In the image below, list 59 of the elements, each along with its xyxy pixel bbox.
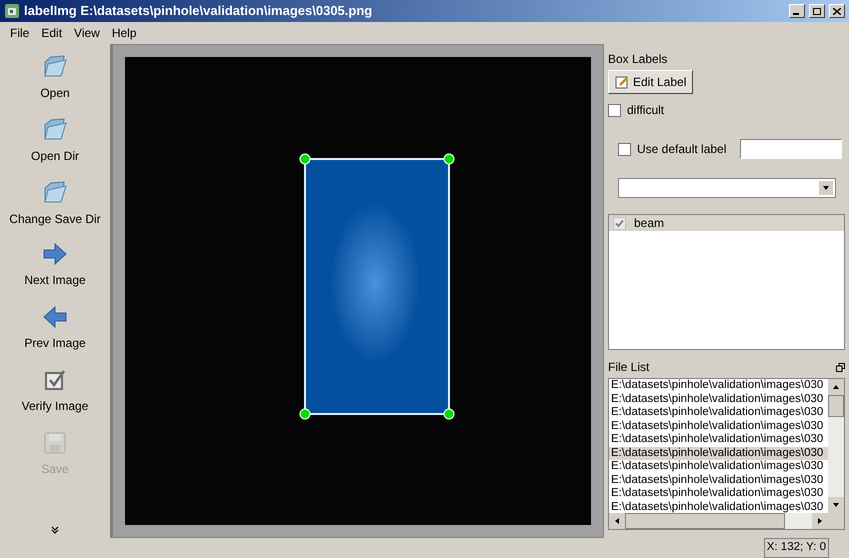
image-canvas[interactable] <box>125 57 591 525</box>
panel-title: File List <box>608 359 650 376</box>
toolbar-button[interactable]: Open Dir <box>30 117 80 180</box>
window-title: labelImg E:\datasets\pinhole\validation\images\0305.png <box>24 2 372 20</box>
right-arrow-icon <box>42 243 68 265</box>
folder-icon <box>42 117 68 141</box>
label-dropdown[interactable] <box>618 178 836 198</box>
menu-item[interactable]: Help <box>106 22 143 44</box>
checkbox-icon <box>44 369 66 391</box>
toolbar-button[interactable]: Change Save Dir <box>9 180 101 243</box>
scroll-thumb[interactable] <box>625 513 785 529</box>
close-icon <box>833 8 841 14</box>
menu-item[interactable]: Edit <box>35 22 68 44</box>
vertical-scrollbar[interactable] <box>828 379 844 513</box>
checkbox[interactable] <box>608 104 621 116</box>
file-list-item[interactable]: E:\datasets\pinhole\validation\images\030 <box>609 446 828 460</box>
scroll-thumb[interactable] <box>828 395 844 417</box>
file-list-item[interactable]: E:\datasets\pinhole\validation\images\030 <box>609 487 828 500</box>
panel-title: Box Labels <box>608 51 668 68</box>
minimize-button[interactable] <box>789 4 805 18</box>
app-icon <box>4 3 20 19</box>
file-list-item[interactable]: E:\datasets\pinhole\validation\images\030 <box>609 433 828 446</box>
left-arrow-icon <box>42 306 68 328</box>
toolbar-button[interactable]: Prev Image <box>24 306 86 369</box>
file-list-item[interactable]: E:\datasets\pinhole\validation\images\030 <box>609 460 828 474</box>
undock-icon[interactable] <box>836 362 845 372</box>
folder-icon <box>42 180 68 204</box>
file-list-item[interactable]: E:\datasets\pinhole\validation\images\030 <box>609 379 828 392</box>
label-item[interactable]: beam <box>609 215 844 231</box>
toolbar-button[interactable]: Next Image <box>24 243 86 306</box>
cursor-position: X: 132; Y: 0 <box>764 538 829 558</box>
folder-icon <box>42 54 68 78</box>
chevron-down-icon[interactable] <box>51 526 59 534</box>
edit-icon <box>615 75 629 89</box>
checkbox-label: difficult <box>627 102 664 119</box>
file-list-item[interactable]: E:\datasets\pinhole\validation\images\030 <box>609 420 828 433</box>
scroll-right-button[interactable] <box>812 513 828 529</box>
close-button[interactable] <box>829 4 845 18</box>
toolbar-button[interactable]: Open <box>40 54 70 117</box>
scroll-down-button[interactable] <box>828 497 844 513</box>
default-label-field[interactable] <box>740 139 842 159</box>
menu-item[interactable]: File <box>4 22 36 44</box>
maximize-icon <box>813 8 821 14</box>
maximize-button[interactable] <box>809 4 825 18</box>
checkbox[interactable] <box>613 216 626 230</box>
check-icon <box>615 218 624 228</box>
scroll-left-button[interactable] <box>609 513 625 529</box>
horizontal-scrollbar[interactable] <box>609 513 844 529</box>
file-list-item[interactable]: E:\datasets\pinhole\validation\images\030 <box>609 474 828 487</box>
bounding-box[interactable] <box>299 153 455 420</box>
checkbox[interactable] <box>618 142 631 156</box>
scroll-up-button[interactable] <box>828 379 844 395</box>
file-list-item[interactable]: E:\datasets\pinhole\validation\images\030 <box>609 500 828 513</box>
toolbar-button[interactable]: Verify Image <box>22 369 88 432</box>
file-list-item[interactable]: E:\datasets\pinhole\validation\images\030 <box>609 392 828 406</box>
file-list-item[interactable]: E:\datasets\pinhole\validation\images\030 <box>609 406 828 420</box>
menu-item[interactable]: View <box>68 22 106 44</box>
edit-label-button[interactable]: Edit Label <box>608 70 694 94</box>
checkbox-label: Use default label <box>637 141 726 158</box>
